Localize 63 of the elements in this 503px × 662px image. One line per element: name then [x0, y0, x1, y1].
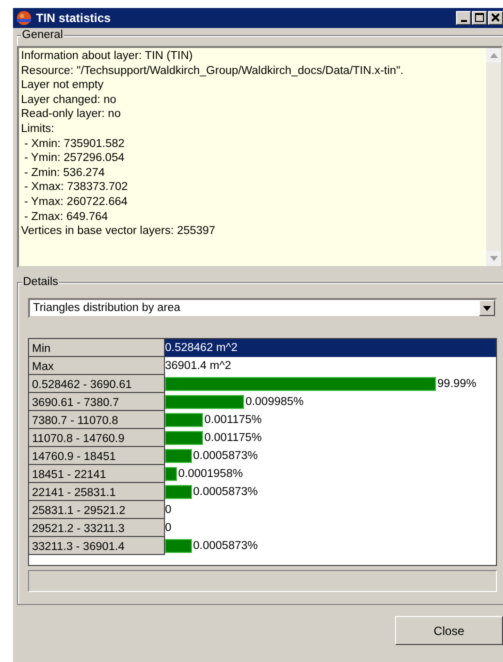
percent-label: 99.99% — [437, 377, 476, 392]
dropdown-arrow-icon — [483, 306, 491, 310]
info-line: Read-only layer: no — [21, 107, 122, 122]
percent-label: 0.0005873% — [193, 449, 258, 464]
value-cell[interactable]: 0.0001958% — [165, 465, 496, 483]
info-line: Layer not empty — [21, 78, 104, 93]
percent-label: 0.009985% — [245, 395, 304, 410]
info-line: - Xmin: 735901.582 — [23, 136, 126, 152]
maximize-icon — [474, 13, 484, 23]
range-cell: 22141 - 25831.1 — [29, 483, 165, 501]
value-cell[interactable]: 0.0005873% — [165, 537, 496, 555]
range-cell: 7380.7 - 11070.8 — [29, 411, 165, 429]
range-cell: 33211.3 - 36901.4 — [29, 537, 165, 555]
statistic-dropdown[interactable]: Triangles distribution by area — [28, 298, 497, 318]
value-cell[interactable]: 0.001175% — [165, 429, 496, 447]
percent-label: 0.0005873% — [193, 539, 258, 554]
info-line: - Zmin: 536.274 — [23, 166, 106, 180]
range-cell: 18451 - 22141 — [29, 465, 165, 483]
scroll-up-arrow-icon — [490, 53, 498, 58]
range-cell: 14760.9 - 18451 — [29, 447, 165, 465]
close-dialog-button[interactable]: Close — [395, 616, 503, 645]
info-line: Layer changed: no — [21, 92, 118, 108]
info-line: - Zmax: 649.764 — [23, 210, 109, 224]
scrollbar[interactable] — [486, 48, 501, 266]
info-line: Vertices in base vector layers: 255397 — [21, 224, 216, 239]
value-cell[interactable]: 0 — [165, 501, 496, 519]
value-cell[interactable]: 0.0005873% — [165, 447, 496, 465]
info-line: - Xmax: 738373.702 — [23, 180, 129, 195]
value-cell[interactable]: 36901.4 m^2 — [165, 357, 496, 375]
maximize-button[interactable] — [472, 11, 487, 25]
window-title: TIN statistics — [36, 11, 112, 25]
minimize-icon — [460, 20, 466, 22]
percent-label: 0.001175% — [204, 413, 262, 428]
value-text: 0 — [165, 521, 172, 536]
info-line: Resource: "/Techsupport/Waldkirch_Group/Waldkirch_docs/Data/TIN.x-tin". — [21, 64, 404, 78]
percent-label: 0.0001958% — [178, 467, 243, 482]
close-icon — [490, 13, 500, 23]
info-line: Information about layer: TIN (TIN) — [21, 49, 194, 64]
value-cell[interactable]: 0 — [165, 519, 496, 537]
range-cell: 11070.8 - 14760.9 — [29, 429, 165, 447]
globe-icon — [16, 10, 32, 26]
value-text: 36901.4 m^2 — [165, 359, 232, 374]
value-text: 0.528462 m^2 — [165, 341, 238, 356]
range-cell: 25831.1 - 29521.2 — [29, 501, 165, 519]
value-cell[interactable]: 0.009985% — [165, 393, 496, 411]
close-button[interactable] — [488, 11, 503, 25]
info-line: - Ymin: 257296.054 — [23, 151, 126, 166]
scroll-down-arrow-icon — [490, 256, 498, 261]
range-cell: 29521.2 - 33211.3 — [29, 519, 165, 537]
range-cell: 3690.61 - 7380.7 — [29, 393, 165, 411]
value-text: 0 — [165, 503, 172, 518]
info-line: - Ymax: 260722.664 — [23, 194, 129, 210]
percent-label: 0.001175% — [204, 431, 262, 446]
value-cell[interactable]: 99.99% — [165, 375, 496, 393]
range-cell: Min — [29, 339, 165, 357]
range-cell: Max — [29, 357, 165, 375]
value-cell[interactable]: 0.001175% — [165, 411, 496, 429]
value-cell[interactable]: 0.0005873% — [165, 483, 496, 501]
value-cell[interactable]: 0.528462 m^2 — [165, 339, 496, 357]
percent-label: 0.0005873% — [193, 485, 258, 500]
info-line: Limits: — [21, 122, 56, 137]
range-cell: 0.528462 - 3690.61 — [29, 375, 165, 393]
minimize-button[interactable] — [456, 11, 471, 25]
